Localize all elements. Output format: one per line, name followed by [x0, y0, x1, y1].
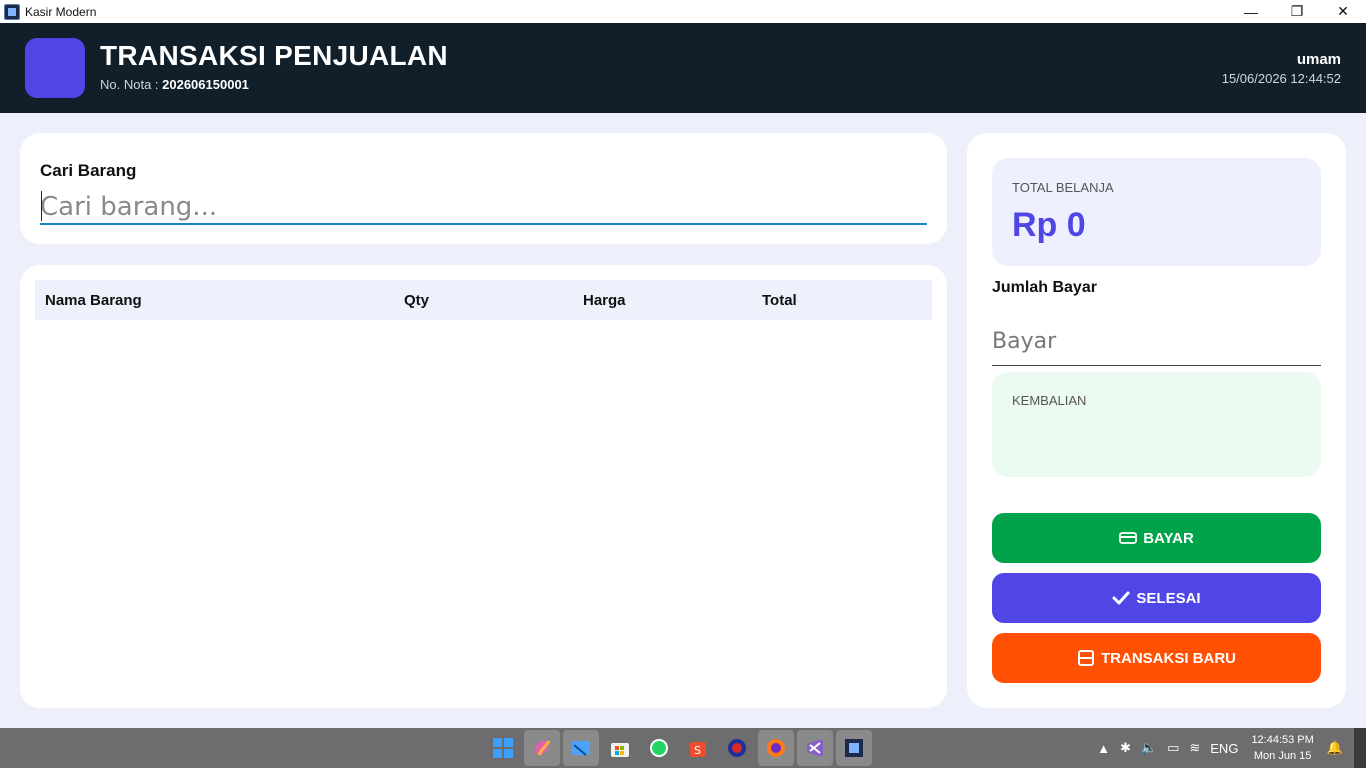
bayar-button[interactable]: BAYAR	[992, 513, 1321, 563]
notification-bell-icon[interactable]: 🔔	[1327, 740, 1343, 756]
transaksi-baru-button[interactable]: TRANSAKSI BARU	[992, 633, 1321, 683]
kembalian-label: KEMBALIAN	[1012, 393, 1087, 408]
clock-date: Mon Jun 15	[1253, 750, 1312, 762]
minimize-button[interactable]: —	[1228, 0, 1274, 23]
total-label: TOTAL BELANJA	[1012, 180, 1114, 195]
nota-value: 202606150001	[162, 77, 249, 92]
search-input[interactable]	[40, 185, 927, 225]
windows-start-icon[interactable]	[485, 730, 521, 766]
check-icon	[1112, 589, 1130, 607]
column-total[interactable]: Total	[762, 292, 797, 309]
wifi-icon[interactable]: ≋	[1189, 740, 1200, 756]
app-logo	[25, 38, 85, 98]
search-label: Cari Barang	[40, 161, 137, 180]
column-harga[interactable]: Harga	[583, 292, 626, 309]
app-header: TRANSAKSI PENJUALAN No. Nota : 202606150…	[0, 23, 1366, 113]
cart-table-card: Nama Barang Qty Harga Total	[20, 265, 947, 708]
bluetooth-icon[interactable]: ✱	[1120, 740, 1131, 756]
payment-panel: TOTAL BELANJA Rp 0 Jumlah Bayar KEMBALIA…	[967, 133, 1346, 708]
clock-time: 12:44:53 PM	[1251, 734, 1314, 746]
page-title: TRANSAKSI PENJUALAN	[100, 40, 448, 71]
kembalian-box: KEMBALIAN	[992, 372, 1321, 477]
app-icon	[4, 3, 20, 20]
visual-studio-icon[interactable]	[797, 730, 833, 766]
svg-text:S: S	[694, 744, 701, 757]
text-caret	[41, 191, 42, 221]
show-desktop-button[interactable]	[1354, 728, 1366, 768]
battery-icon[interactable]: ▭	[1167, 740, 1179, 756]
window-title: Kasir Modern	[25, 4, 97, 19]
total-value: Rp 0	[1012, 206, 1086, 244]
close-button[interactable]: ✕	[1320, 0, 1366, 23]
card-icon	[1119, 529, 1138, 547]
windows-taskbar: S ▲ ✱ 🔈 ▭ ≋ ENG 12:44:53 PM Mon Jun 15 🔔	[0, 728, 1366, 768]
transaksi-baru-button-label: TRANSAKSI BARU	[1101, 649, 1236, 667]
taskbar-apps: S	[485, 728, 872, 768]
column-nama-barang[interactable]: Nama Barang	[45, 292, 142, 309]
copilot-icon[interactable]	[524, 730, 560, 766]
chevron-up-icon[interactable]: ▲	[1097, 741, 1110, 756]
window-titlebar: Kasir Modern — ❐ ✕	[0, 0, 1366, 23]
language-indicator[interactable]: ENG	[1210, 741, 1238, 756]
nota-number: No. Nota : 202606150001	[100, 77, 249, 92]
restore-button[interactable]: ❐	[1274, 0, 1320, 23]
volume-icon[interactable]: 🔈	[1141, 740, 1157, 756]
bayar-label: Jumlah Bayar	[992, 279, 1097, 296]
search-card: Cari Barang	[20, 133, 947, 244]
receipt-icon	[1077, 649, 1095, 667]
shopee-icon[interactable]: S	[680, 730, 716, 766]
taskbar-clock[interactable]: 12:44:53 PM Mon Jun 15	[1251, 732, 1313, 764]
bayar-button-label: BAYAR	[1143, 529, 1194, 547]
system-tray: ▲ ✱ 🔈 ▭ ≋ ENG 12:44:53 PM Mon Jun 15 🔔	[1092, 728, 1366, 768]
kasir-modern-icon[interactable]	[836, 730, 872, 766]
header-datetime: 15/06/2026 12:44:52	[1221, 71, 1341, 86]
selesai-button-label: SELESAI	[1136, 589, 1201, 607]
bayar-input[interactable]	[992, 318, 1321, 366]
selesai-button[interactable]: SELESAI	[992, 573, 1321, 623]
file-explorer-icon[interactable]	[563, 730, 599, 766]
globe-app-icon[interactable]	[719, 730, 755, 766]
total-belanja-box: TOTAL BELANJA Rp 0	[992, 158, 1321, 266]
table-header: Nama Barang Qty Harga Total	[35, 280, 932, 320]
window-controls: — ❐ ✕	[1228, 0, 1366, 23]
microsoft-store-icon[interactable]	[602, 730, 638, 766]
firefox-icon[interactable]	[758, 730, 794, 766]
nota-label: No. Nota :	[100, 77, 163, 92]
whatsapp-icon[interactable]	[641, 730, 677, 766]
user-name: umam	[1296, 51, 1341, 68]
column-qty[interactable]: Qty	[404, 292, 429, 309]
